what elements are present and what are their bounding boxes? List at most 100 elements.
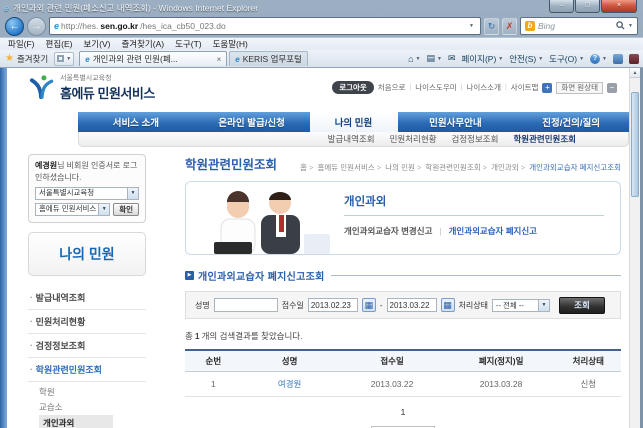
status-select-value: -- 전체 -- bbox=[495, 300, 524, 310]
date-from-input[interactable] bbox=[307, 298, 358, 312]
feeds-button[interactable]: ▤ ▼ bbox=[426, 53, 441, 64]
vertical-scrollbar[interactable]: ▲ bbox=[629, 68, 640, 428]
subnav-exam-info[interactable]: 검정정보조회 bbox=[452, 133, 499, 145]
nav-petition[interactable]: 진정/건의/질의 bbox=[513, 112, 629, 132]
link-neis-helper[interactable]: 나이스도우미 bbox=[415, 82, 456, 93]
chevron-down-icon[interactable]: ▼ bbox=[127, 188, 138, 200]
search-submit-button[interactable]: 조회 bbox=[558, 296, 605, 314]
search-input[interactable]: b Bing ▼ bbox=[520, 17, 638, 35]
read-mail-button[interactable]: ✉ bbox=[448, 53, 456, 64]
chevron-down-icon[interactable]: ▼ bbox=[98, 204, 110, 216]
page-menu-button[interactable]: 페이지(P) ▼ bbox=[461, 53, 503, 65]
crumb-service[interactable]: 홈에듀 민원서비스 bbox=[317, 163, 374, 172]
menu-file[interactable]: 파일(F) bbox=[8, 38, 35, 50]
back-button[interactable]: ← bbox=[5, 16, 24, 36]
page-icon: e bbox=[54, 21, 60, 31]
extension-icon-2[interactable] bbox=[629, 53, 639, 64]
crumb-home[interactable]: 홈 bbox=[300, 163, 307, 172]
pagination-page-1[interactable]: 1 bbox=[185, 407, 621, 417]
utility-links: 로그아웃 처음으로 | 나이스도우미 | 나이스소개 | 사이트맵 + 화면 원… bbox=[332, 81, 617, 94]
sidebar-item-issue-history[interactable]: · 발급내역조회 bbox=[28, 286, 146, 311]
menu-edit[interactable]: 편집(E) bbox=[46, 38, 73, 50]
nav-online-issue[interactable]: 온라인 발급/신청 bbox=[194, 112, 310, 132]
favorites-star-icon[interactable]: ★ bbox=[5, 53, 14, 64]
crumb-private-tutoring[interactable]: 개인과외 bbox=[491, 163, 519, 172]
search-magnifier-icon[interactable] bbox=[616, 17, 625, 35]
zoom-out-button[interactable]: − bbox=[607, 82, 617, 93]
confirm-button[interactable]: 확인 bbox=[113, 203, 139, 217]
nav-minwon-guide[interactable]: 민원사무안내 bbox=[398, 112, 514, 132]
link-neis-intro[interactable]: 나이스소개 bbox=[466, 82, 501, 93]
site-logo[interactable]: 서울특별시교육청 홈에듀 민원서비스 bbox=[28, 73, 155, 102]
sidebar-item-academy-minwon[interactable]: · 학원관련민원조회 bbox=[28, 358, 146, 383]
stop-button[interactable]: ✗ bbox=[502, 17, 517, 35]
sidebar-item-exam-info[interactable]: · 검정정보조회 bbox=[28, 334, 146, 359]
divider: | bbox=[460, 84, 463, 91]
tab-label: KERIS 업무포털 bbox=[242, 54, 302, 64]
safety-menu-button[interactable]: 안전(S) ▼ bbox=[509, 53, 543, 65]
menu-tools[interactable]: 도구(T) bbox=[175, 38, 202, 50]
cell-name-link[interactable]: 여경원 bbox=[241, 371, 338, 397]
cell-receipt-date: 2013.03.22 bbox=[337, 371, 447, 397]
home-button[interactable]: ⌂ ▼ bbox=[408, 54, 420, 64]
tools-menu-button[interactable]: 도구(O) ▼ bbox=[549, 53, 584, 65]
subnav-issue-history[interactable]: 발급내역조회 bbox=[328, 133, 375, 145]
link-sitemap[interactable]: 사이트맵 bbox=[511, 82, 539, 93]
forward-button[interactable]: → bbox=[27, 16, 46, 36]
minimize-button[interactable]: – bbox=[549, 0, 574, 13]
scrollbar-thumb[interactable] bbox=[631, 92, 639, 197]
sidebar-subitem-teaching-office[interactable]: 교습소 bbox=[39, 400, 146, 415]
office-select[interactable]: 서울특별시교육청 ▼ bbox=[35, 187, 139, 201]
quick-tabs-button[interactable]: ▼ bbox=[54, 51, 75, 66]
chevron-down-icon[interactable]: ▼ bbox=[537, 299, 549, 311]
link-change-report[interactable]: 개인과외교습자 변경신고 bbox=[344, 225, 432, 237]
help-button[interactable]: ? ▼ bbox=[590, 53, 607, 64]
breadcrumb-separator: > bbox=[520, 163, 526, 172]
menu-view[interactable]: 보기(V) bbox=[83, 38, 110, 50]
logout-button[interactable]: 로그아웃 bbox=[332, 81, 374, 94]
favorites-button[interactable]: 즐겨찾기 bbox=[17, 53, 48, 65]
title-bar[interactable]: e 개인과외 관련 민원(폐소신고 내역조회) - Windows Intern… bbox=[0, 0, 643, 15]
address-input[interactable]: e http://hes. sen.go.kr /hes_ica_cb50_02… bbox=[49, 17, 481, 35]
status-select[interactable]: -- 전체 -- ▼ bbox=[491, 298, 550, 312]
link-home[interactable]: 처음으로 bbox=[378, 82, 406, 93]
close-button[interactable]: × bbox=[601, 0, 637, 13]
crumb-my-minwon[interactable]: 나의 민원 bbox=[385, 163, 415, 172]
calendar-icon[interactable]: ▦ bbox=[361, 298, 376, 312]
extension-icon-1[interactable] bbox=[613, 53, 623, 64]
name-input[interactable] bbox=[213, 298, 278, 312]
maximize-button[interactable]: □ bbox=[575, 0, 600, 13]
safety-menu-label: 안전(S) bbox=[509, 53, 537, 64]
table-header-row: 순번 성명 접수일 폐지(정지)일 처리상태 bbox=[185, 350, 621, 372]
divider: | bbox=[504, 84, 507, 91]
menu-help[interactable]: 도움말(H) bbox=[213, 38, 248, 50]
scroll-up-icon[interactable]: ▲ bbox=[630, 68, 640, 78]
tab-keris-portal[interactable]: e KERIS 업무포털 bbox=[229, 51, 308, 66]
subnav-minwon-status[interactable]: 민원처리현황 bbox=[390, 133, 437, 145]
date-to-input[interactable] bbox=[386, 298, 437, 312]
nav-service-intro[interactable]: 서비스 소개 bbox=[78, 112, 194, 132]
sidebar-subitem-private-tutoring[interactable]: 개인과외 bbox=[39, 414, 113, 428]
subnav-academy-minwon[interactable]: 학원관련민원조회 bbox=[513, 133, 576, 145]
search-dropdown-icon[interactable]: ▼ bbox=[628, 23, 633, 29]
office-select-value: 서울특별시교육청 bbox=[39, 188, 95, 198]
tab-current-page[interactable]: e 개인과외 관련 민원(폐... × bbox=[79, 51, 228, 66]
service-select[interactable]: 홈에듀 민원서비스 ▼ bbox=[35, 203, 111, 217]
tab-close-icon[interactable]: × bbox=[215, 55, 222, 64]
refresh-button[interactable]: ↻ bbox=[484, 17, 499, 35]
page-menu-label: 페이지(P) bbox=[461, 53, 497, 64]
address-dropdown-icon[interactable]: ▼ bbox=[467, 23, 476, 29]
menu-favorites[interactable]: 즐겨찾기(A) bbox=[121, 38, 164, 50]
screen-reset-button[interactable]: 화면 원상태 bbox=[556, 81, 603, 94]
sidebar-subitem-academy[interactable]: 학원 bbox=[39, 385, 146, 400]
sidebar-item-minwon-status[interactable]: · 민원처리현황 bbox=[28, 310, 146, 335]
nav-my-minwon[interactable]: 나의 민원 bbox=[309, 112, 398, 132]
crumb-academy-minwon[interactable]: 학원관련민원조회 bbox=[425, 163, 480, 172]
banner-illustration bbox=[186, 182, 338, 254]
banner-body: 개인과외 개인과외교습자 변경신고 | 개인과외교습자 폐지신고 bbox=[338, 182, 620, 254]
calendar-icon[interactable]: ▦ bbox=[440, 298, 455, 312]
tab-favicon-icon: e bbox=[235, 54, 240, 64]
zoom-in-button[interactable]: + bbox=[542, 82, 553, 93]
breadcrumb-separator: > bbox=[308, 163, 314, 172]
link-close-report[interactable]: 개인과외교습자 폐지신고 bbox=[449, 225, 537, 237]
